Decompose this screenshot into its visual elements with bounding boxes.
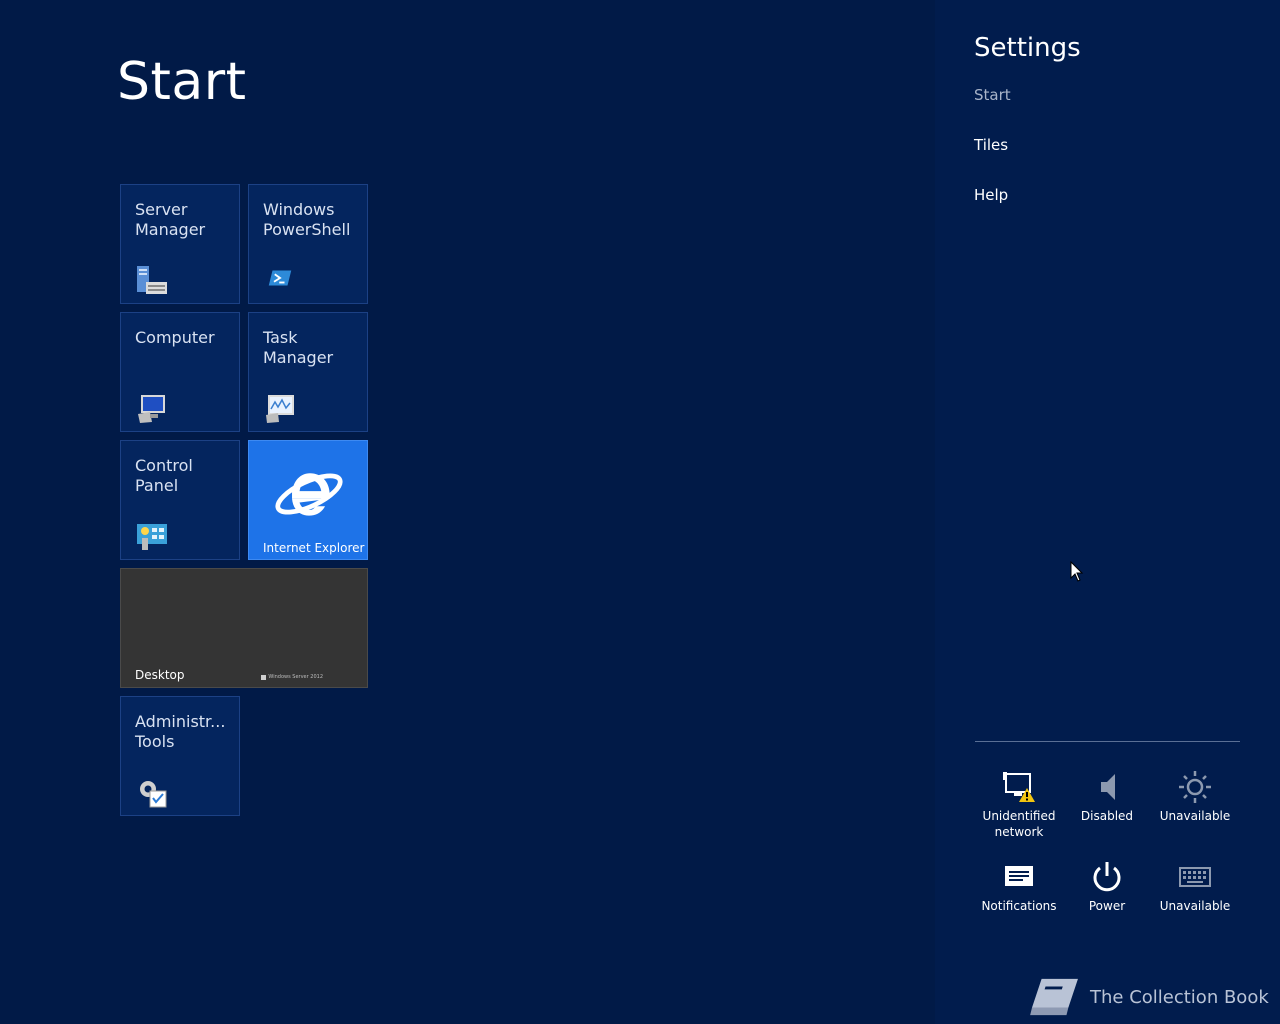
network-label: Unidentified network [982, 809, 1056, 839]
network-warning-icon [1003, 772, 1035, 802]
desktop-label: Desktop [135, 668, 185, 682]
brightness-button[interactable]: Unavailable [1151, 770, 1239, 824]
internet-explorer-tile[interactable]: Internet Explorer [248, 440, 368, 560]
admin-tools-tile[interactable]: Administr... Tools [120, 696, 240, 816]
keyboard-label: Unavailable [1159, 899, 1231, 913]
keyboard-button[interactable]: Unavailable [1151, 860, 1239, 914]
internet-explorer-label: Internet Explorer [263, 541, 365, 555]
server-manager-icon [137, 266, 167, 294]
power-label: Power [1088, 899, 1126, 913]
notifications-icon [1005, 866, 1033, 886]
settings-item-tiles[interactable]: Tiles [974, 136, 1008, 154]
desktop-brand-badge: Windows Server 2012 [261, 674, 323, 680]
notifications-button[interactable]: Notifications [975, 860, 1063, 914]
control-panel-tile[interactable]: Control Panel [120, 440, 240, 560]
volume-label: Disabled [1080, 809, 1134, 823]
internet-explorer-icon [275, 473, 343, 516]
desktop-tile[interactable]: Desktop Windows Server 2012 [120, 568, 368, 688]
server-manager-label: Server Manager [135, 200, 206, 239]
watermark: The Collection Book [1028, 975, 1269, 1019]
computer-label: Computer [135, 328, 215, 347]
windows-logo-icon [261, 674, 267, 680]
admin-tools-icon [140, 781, 167, 808]
watermark-text: The Collection Book [1090, 986, 1269, 1008]
power-icon [1093, 862, 1121, 892]
speaker-icon [1101, 774, 1115, 800]
power-button[interactable]: Power [1063, 860, 1151, 914]
task-manager-label: Task Manager [263, 328, 334, 367]
powershell-tile[interactable]: Windows PowerShell [248, 184, 368, 304]
keyboard-icon [1179, 867, 1211, 887]
settings-item-start[interactable]: Start [974, 86, 1011, 104]
settings-charm: Settings Start Tiles Help Unidentified n… [935, 0, 1280, 1024]
powershell-icon [268, 270, 292, 286]
task-manager-icon [266, 395, 294, 423]
notifications-label: Notifications [981, 899, 1057, 913]
mouse-cursor-icon [1070, 561, 1084, 582]
server-manager-tile[interactable]: Server Manager [120, 184, 240, 304]
settings-item-help[interactable]: Help [974, 186, 1008, 204]
volume-button[interactable]: Disabled [1063, 770, 1151, 824]
desktop-brand-text: Windows Server 2012 [268, 674, 323, 680]
brightness-label: Unavailable [1159, 809, 1231, 823]
network-button[interactable]: Unidentified network [975, 770, 1063, 840]
control-panel-icon [137, 524, 167, 550]
quick-settings-divider [975, 741, 1240, 742]
settings-title: Settings [974, 33, 1081, 63]
computer-icon [138, 395, 165, 423]
admin-tools-label: Administr... Tools [135, 712, 226, 751]
task-manager-tile[interactable]: Task Manager [248, 312, 368, 432]
computer-tile[interactable]: Computer [120, 312, 240, 432]
control-panel-label: Control Panel [135, 456, 193, 495]
book-icon [1030, 978, 1078, 1016]
brightness-icon [1179, 771, 1211, 803]
powershell-label: Windows PowerShell [263, 200, 351, 239]
start-title: Start [117, 52, 247, 112]
